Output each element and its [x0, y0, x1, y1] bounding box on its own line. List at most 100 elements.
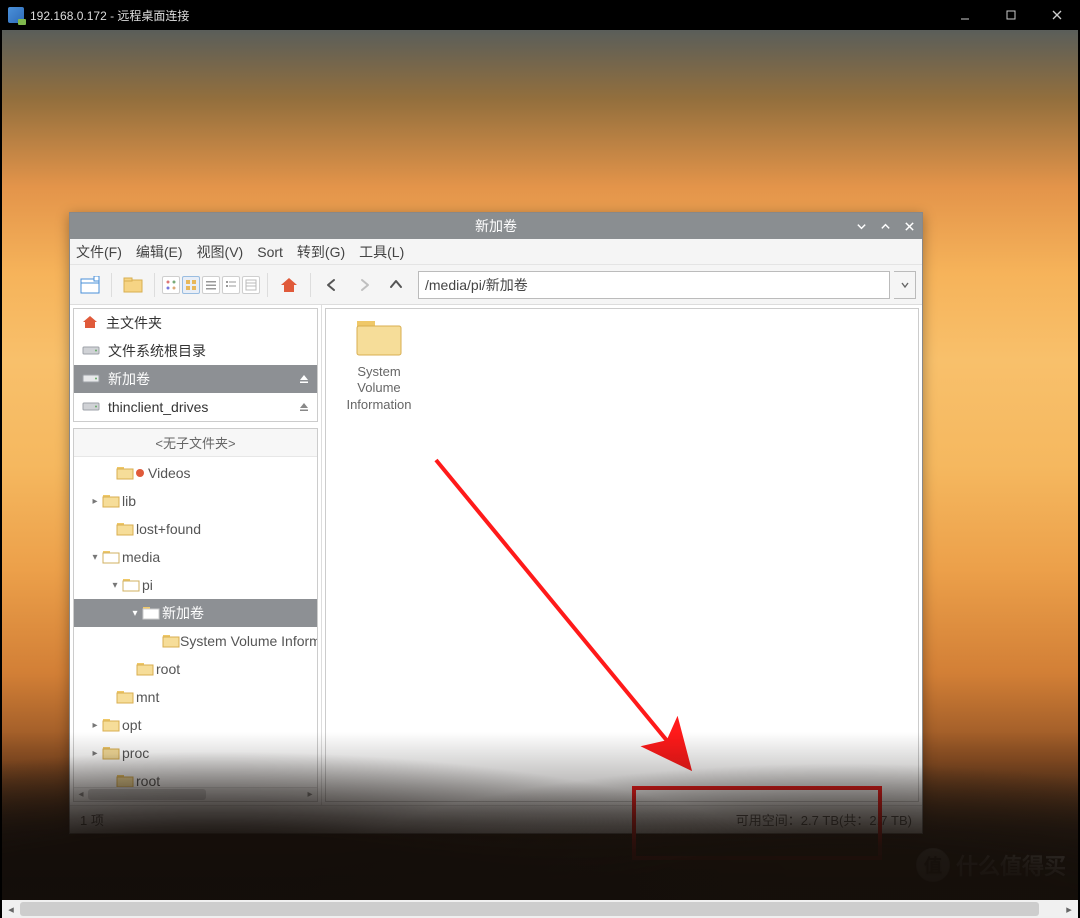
folder-icon — [116, 774, 136, 787]
scroll-right-icon[interactable]: ▸ — [1060, 900, 1078, 918]
toolbar-separator — [154, 273, 155, 297]
menu-view[interactable]: 视图(V) — [197, 242, 244, 262]
tree-label: mnt — [136, 689, 159, 705]
scrollbar-thumb[interactable] — [88, 789, 206, 800]
folder-icon — [102, 718, 122, 732]
rdp-minimize-button[interactable] — [942, 0, 988, 30]
scroll-left-icon[interactable]: ◂ — [2, 900, 20, 918]
folder-open-icon — [122, 578, 142, 592]
tree-label: media — [122, 549, 160, 565]
watermark: 值 什么值得买 — [916, 848, 1066, 882]
tree-item-sysvol[interactable]: System Volume Informa — [74, 627, 317, 655]
tree-label: root — [136, 773, 160, 787]
tree-header: <无子文件夹> — [74, 429, 317, 457]
rdp-maximize-button[interactable] — [988, 0, 1034, 30]
folder-icon — [162, 634, 180, 648]
address-dropdown-button[interactable] — [894, 271, 916, 299]
folder-icon — [136, 662, 156, 676]
folder-icon — [116, 466, 136, 480]
tree-item-media[interactable]: ▾media — [74, 543, 317, 571]
drive-icon — [82, 399, 100, 415]
statusbar: 1 项 可用空间：2.7 TB(共：2.7 TB) — [70, 805, 922, 833]
view-icons-button[interactable] — [162, 276, 180, 294]
folder-tree[interactable]: Videos ▸lib lost+found ▾media ▾pi ▾新加卷 S… — [74, 457, 317, 787]
view-compact-button[interactable] — [202, 276, 220, 294]
home-icon — [82, 315, 98, 332]
rdp-title: 192.168.0.172 - 远程桌面连接 — [30, 7, 189, 24]
outer-horizontal-scrollbar[interactable]: ◂ ▸ — [2, 900, 1078, 918]
eject-icon[interactable] — [299, 371, 309, 387]
tree-item-lostfound[interactable]: lost+found — [74, 515, 317, 543]
rdp-close-button[interactable] — [1034, 0, 1080, 30]
toolbar-separator — [310, 273, 311, 297]
place-xinjiajuan[interactable]: 新加卷 — [74, 365, 317, 393]
view-details-button[interactable] — [242, 276, 260, 294]
tree-label: pi — [142, 577, 153, 593]
address-path: /media/pi/新加卷 — [425, 275, 528, 295]
menu-sort[interactable]: Sort — [257, 244, 283, 260]
tree-item-lib[interactable]: ▸lib — [74, 487, 317, 515]
rdp-titlebar: 192.168.0.172 - 远程桌面连接 — [0, 0, 1080, 30]
tree-label: Videos — [148, 465, 191, 481]
fm-titlebar[interactable]: 新加卷 — [70, 213, 922, 239]
content-pane[interactable]: System Volume Information — [325, 308, 919, 802]
file-item-system-volume-information[interactable]: System Volume Information — [334, 317, 424, 413]
scroll-left-icon[interactable]: ◂ — [74, 788, 88, 801]
tree-item-pi[interactable]: ▾pi — [74, 571, 317, 599]
toolbar-separator — [111, 273, 112, 297]
place-label: 新加卷 — [108, 369, 150, 389]
tree-label: 新加卷 — [162, 603, 204, 623]
tree-label: opt — [122, 717, 141, 733]
home-button[interactable] — [275, 271, 303, 299]
fm-maximize-button[interactable] — [878, 219, 892, 233]
fm-window-title: 新加卷 — [475, 216, 517, 236]
menubar: 文件(F) 编辑(E) 视图(V) Sort 转到(G) 工具(L) — [70, 239, 922, 265]
view-list-button[interactable] — [222, 276, 240, 294]
tree-item-xinjiajuan[interactable]: ▾新加卷 — [74, 599, 317, 627]
rdp-icon — [8, 7, 24, 23]
folder-icon — [102, 494, 122, 508]
view-thumbnails-button[interactable] — [182, 276, 200, 294]
tree-label: lib — [122, 493, 136, 509]
address-bar[interactable]: /media/pi/新加卷 — [418, 271, 890, 299]
menu-goto[interactable]: 转到(G) — [297, 242, 345, 262]
status-item-count: 1 项 — [80, 810, 104, 829]
tree-label: lost+found — [136, 521, 201, 537]
nav-back-button[interactable] — [318, 271, 346, 299]
nav-forward-button[interactable] — [350, 271, 378, 299]
place-label: thinclient_drives — [108, 399, 208, 415]
tree-item-proc[interactable]: ▸proc — [74, 739, 317, 767]
menu-tools[interactable]: 工具(L) — [359, 242, 404, 262]
place-home[interactable]: 主文件夹 — [74, 309, 317, 337]
fm-close-button[interactable] — [902, 219, 916, 233]
folder-icon — [102, 746, 122, 760]
folder-open-icon — [102, 550, 122, 564]
remote-desktop: 新加卷 文件(F) 编辑(E) 视图(V) Sort 转到(G) 工具(L) — [2, 30, 1078, 900]
eject-icon[interactable] — [299, 399, 309, 415]
tree-item-root2[interactable]: root — [74, 767, 317, 787]
new-tab-button[interactable] — [76, 271, 104, 299]
tree-item-mnt[interactable]: mnt — [74, 683, 317, 711]
sidebar: 主文件夹 文件系统根目录 新加卷 thinclient_drives — [70, 305, 322, 805]
menu-edit[interactable]: 编辑(E) — [136, 242, 183, 262]
scroll-right-icon[interactable]: ▸ — [303, 788, 317, 801]
place-thinclient[interactable]: thinclient_drives — [74, 393, 317, 421]
menu-file[interactable]: 文件(F) — [76, 242, 122, 262]
nav-up-button[interactable] — [382, 271, 410, 299]
tree-item-videos[interactable]: Videos — [74, 459, 317, 487]
tree-horizontal-scrollbar[interactable]: ◂ ▸ — [74, 787, 317, 801]
folder-open-icon — [142, 606, 162, 620]
fm-minimize-button[interactable] — [854, 219, 868, 233]
tree-item-opt[interactable]: ▸opt — [74, 711, 317, 739]
annotation-highlight-box — [632, 786, 882, 860]
place-label: 文件系统根目录 — [108, 341, 206, 361]
drive-icon — [82, 343, 100, 359]
tree-label: System Volume Informa — [180, 633, 317, 649]
scrollbar-thumb[interactable] — [20, 902, 1039, 916]
file-manager-window: 新加卷 文件(F) 编辑(E) 视图(V) Sort 转到(G) 工具(L) — [69, 212, 923, 834]
place-fsroot[interactable]: 文件系统根目录 — [74, 337, 317, 365]
tree-item-root[interactable]: root — [74, 655, 317, 683]
videos-icon — [136, 469, 144, 477]
new-folder-button[interactable] — [119, 271, 147, 299]
file-item-label: System Volume Information — [346, 364, 411, 413]
